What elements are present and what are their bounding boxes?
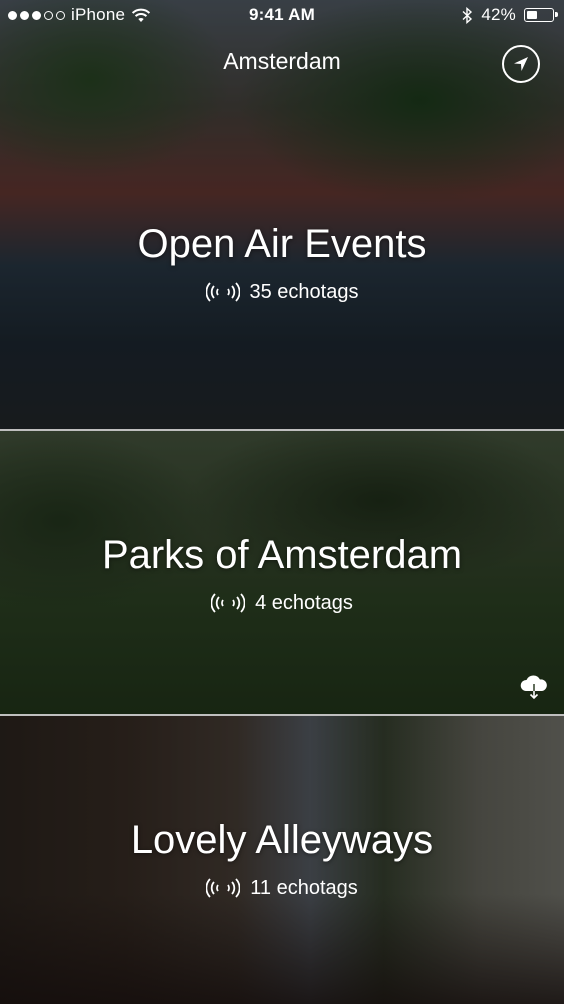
card-meta: 11 echotags [0, 876, 564, 900]
status-bar-left: iPhone [8, 5, 151, 25]
collection-card-lovely-alleyways[interactable]: Lovely Alleyways 11 echotags [0, 716, 564, 1004]
signal-dot [8, 10, 17, 20]
card-content: Parks of Amsterdam 4 echotags [0, 531, 564, 615]
battery-icon [524, 8, 558, 22]
collection-card-parks-of-amsterdam[interactable]: Parks of Amsterdam 4 echotags [0, 431, 564, 714]
battery-level [527, 11, 537, 19]
card-title: Open Air Events [137, 222, 427, 266]
signal-dot [56, 10, 65, 20]
battery-percent: 42% [481, 5, 516, 24]
signal-strength-icon [8, 10, 65, 20]
card-title: Parks of Amsterdam [101, 533, 463, 577]
cloud-download-icon [520, 675, 547, 700]
wifi-icon [132, 8, 151, 22]
location-arrow-icon [514, 57, 528, 71]
echotag-signal-icon [211, 593, 246, 613]
bluetooth-icon [462, 6, 473, 24]
app-screen: iPhone 9:41 AM 42% Amsterdam Open Air Ev… [0, 0, 564, 1004]
echotag-signal-icon [206, 878, 241, 898]
signal-dot [44, 10, 53, 20]
card-meta: 4 echotags [0, 591, 564, 615]
echotag-count: 11 echotags [250, 876, 358, 899]
card-meta: 35 echotags [0, 280, 564, 304]
signal-dot [20, 10, 29, 20]
card-title: Lovely Alleyways [130, 818, 434, 862]
carrier-name: iPhone [71, 5, 126, 24]
download-collection-button[interactable] [518, 674, 550, 700]
locate-me-button[interactable] [502, 45, 540, 83]
echotag-count: 35 echotags [249, 280, 359, 303]
status-bar-right: 42% [462, 5, 558, 25]
echotag-count: 4 echotags [255, 591, 353, 614]
card-content: Lovely Alleyways 11 echotags [0, 816, 564, 900]
nav-title: Amsterdam [223, 48, 341, 74]
signal-dot [32, 10, 41, 20]
status-bar: iPhone 9:41 AM 42% [0, 0, 564, 32]
echotag-signal-icon [205, 282, 240, 302]
card-content: Open Air Events 35 echotags [0, 220, 564, 304]
